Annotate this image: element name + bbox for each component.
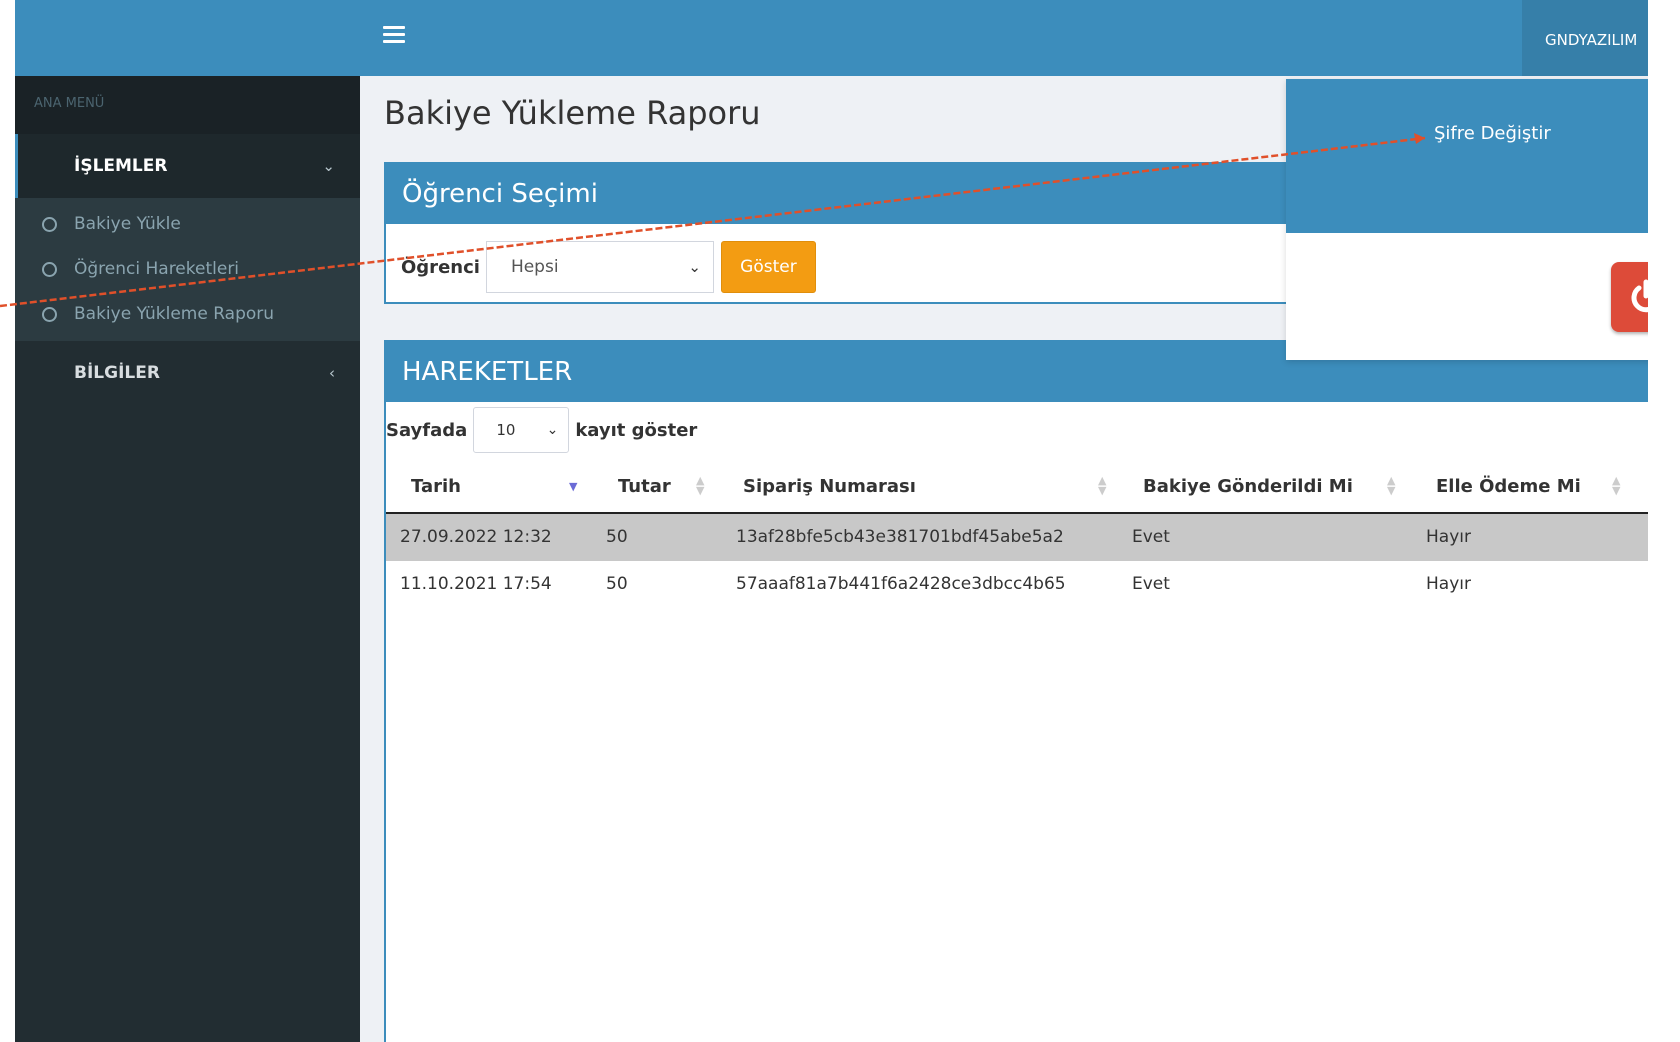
student-select[interactable]: Hepsi ⌄ — [485, 241, 714, 293]
screenshot-stage: GNDYAZILIM ANA MENÜ İŞLEMLER ⌄ Bakiye Yü… — [0, 0, 1680, 1042]
cell-balance-sent: Evet — [1132, 527, 1170, 547]
sidebar: ANA MENÜ İŞLEMLER ⌄ Bakiye Yükle Öğrenci… — [15, 76, 360, 1042]
sidebar-header: ANA MENÜ — [15, 76, 360, 134]
sidebar-item-ogrenci-hareketleri[interactable]: Öğrenci Hareketleri — [15, 247, 360, 292]
length-suffix: kayıt göster — [575, 419, 698, 441]
cell-amount: 50 — [606, 574, 628, 594]
sidebar-section-label: BİLGİLER — [74, 363, 160, 383]
cell-order-number: 13af28bfe5cb43e381701bdf45abe5a2 — [736, 527, 1064, 547]
column-header-tutar[interactable]: Tutar — [618, 460, 671, 514]
cell-manual-payment: Hayır — [1426, 574, 1471, 594]
cell-manual-payment: Hayır — [1426, 527, 1471, 547]
sidebar-item-bakiye-yukleme-raporu[interactable]: Bakiye Yükleme Raporu — [15, 292, 360, 337]
chevron-down-icon: ⌄ — [688, 258, 701, 276]
student-label: Öğrenci — [401, 256, 480, 278]
column-header-tarih[interactable]: Tarih — [411, 460, 461, 514]
app-window: GNDYAZILIM ANA MENÜ İŞLEMLER ⌄ Bakiye Yü… — [15, 0, 1648, 1042]
sort-icon: ▲ ▼ — [696, 474, 705, 497]
page-length-value: 10 — [496, 421, 516, 439]
change-password-link[interactable]: Şifre Değiştir — [1434, 123, 1551, 144]
circle-icon — [42, 307, 57, 322]
user-dropdown-menu: Şifre Değiştir — [1286, 79, 1648, 360]
sidebar-section-bilgiler[interactable]: BİLGİLER ‹ — [15, 341, 360, 405]
sort-desc-icon: ▼ — [569, 480, 578, 493]
table-row[interactable]: 27.09.2022 12:32 50 13af28bfe5cb43e38170… — [386, 514, 1648, 561]
table-row[interactable]: 11.10.2021 17:54 50 57aaaf81a7b441f6a242… — [386, 561, 1648, 608]
circle-icon — [42, 217, 57, 232]
cell-date: 11.10.2021 17:54 — [400, 574, 552, 594]
hamburger-icon[interactable] — [383, 26, 405, 48]
power-icon — [1631, 279, 1648, 313]
page-title: Bakiye Yükleme Raporu — [384, 94, 761, 132]
sort-icon: ▲ ▼ — [1098, 474, 1107, 497]
sidebar-item-label: Bakiye Yükle — [74, 214, 181, 234]
page-length-select[interactable]: 10 ⌄ — [473, 407, 570, 453]
cell-order-number: 57aaaf81a7b441f6a2428ce3dbcc4b65 — [736, 574, 1066, 594]
user-menu[interactable]: GNDYAZILIM — [1522, 0, 1648, 76]
chevron-down-icon: ⌄ — [322, 157, 335, 175]
movements-table: Tarih ▼ Tutar ▲ ▼ Sipariş Numarası ▲ ▼ Bak… — [386, 460, 1648, 608]
show-button[interactable]: Göster — [720, 241, 816, 293]
cell-amount: 50 — [606, 527, 628, 547]
sidebar-submenu: Bakiye Yükle Öğrenci Hareketleri Bakiye … — [15, 198, 360, 341]
column-header-siparis[interactable]: Sipariş Numarası — [743, 460, 916, 514]
chevron-down-icon: ⌄ — [546, 422, 559, 438]
cell-balance-sent: Evet — [1132, 574, 1170, 594]
student-filter-row: Öğrenci Hepsi ⌄ Göster — [401, 240, 816, 294]
sidebar-item-bakiye-yukle[interactable]: Bakiye Yükle — [15, 202, 360, 247]
sidebar-section-label: İŞLEMLER — [74, 156, 168, 176]
circle-icon — [42, 262, 57, 277]
sidebar-item-label: Bakiye Yükleme Raporu — [74, 304, 275, 324]
table-header: Tarih ▼ Tutar ▲ ▼ Sipariş Numarası ▲ ▼ Bak… — [386, 460, 1648, 514]
logout-button[interactable] — [1611, 262, 1648, 332]
dropdown-header: Şifre Değiştir — [1286, 79, 1648, 233]
length-prefix: Sayfada — [386, 419, 468, 441]
sidebar-item-label: Öğrenci Hareketleri — [74, 259, 240, 279]
movements-box: HAREKETLER Sayfada 10 ⌄ kayıt göster Tar… — [384, 340, 1648, 1042]
sidebar-section-islemler[interactable]: İŞLEMLER ⌄ — [15, 134, 360, 198]
column-header-bakiye[interactable]: Bakiye Gönderildi Mi — [1143, 460, 1353, 514]
sort-icon: ▲ ▼ — [1387, 474, 1396, 497]
page-length-row: Sayfada 10 ⌄ kayıt göster — [386, 406, 697, 454]
column-header-elle[interactable]: Elle Ödeme Mi — [1436, 460, 1581, 514]
top-navbar: GNDYAZILIM — [360, 0, 1648, 76]
chevron-left-icon: ‹ — [329, 364, 335, 382]
student-select-value: Hepsi — [510, 257, 559, 277]
sort-icon: ▲ ▼ — [1612, 474, 1621, 497]
cell-date: 27.09.2022 12:32 — [400, 527, 552, 547]
logo-area — [15, 0, 360, 76]
